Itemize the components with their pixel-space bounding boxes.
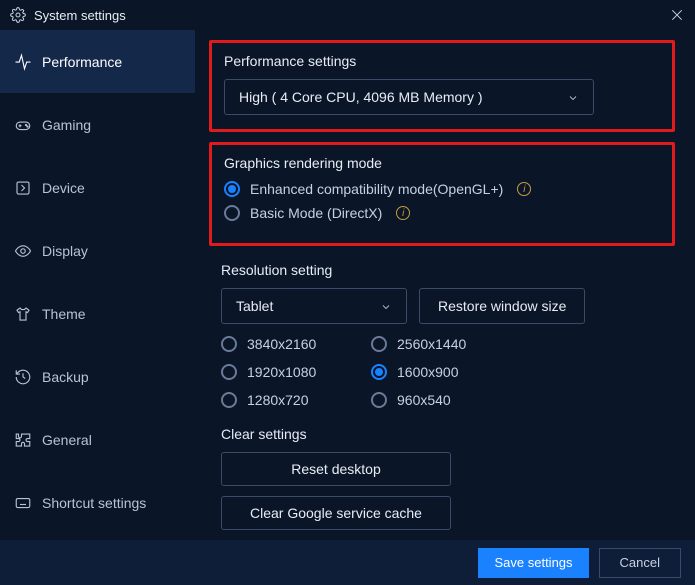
resolution-mode-value: Tablet <box>236 298 273 314</box>
arrow-right-square-icon <box>14 179 32 197</box>
performance-level-value: High ( 4 Core CPU, 4096 MB Memory ) <box>239 89 483 105</box>
resolution-option-label: 960x540 <box>397 392 451 408</box>
cancel-button[interactable]: Cancel <box>599 548 681 578</box>
keyboard-icon <box>14 494 32 512</box>
titlebar: System settings <box>0 0 695 30</box>
radio-icon <box>371 392 387 408</box>
graphics-mode-opengl[interactable]: Enhanced compatibility mode(OpenGL+) i <box>224 181 660 197</box>
reset-desktop-button[interactable]: Reset desktop <box>221 452 451 486</box>
resolution-option-1920x1080[interactable]: 1920x1080 <box>221 364 371 380</box>
main-area: Performance Gaming Device Display Theme … <box>0 30 695 540</box>
sidebar-item-label: Shortcut settings <box>42 495 146 511</box>
history-icon <box>14 368 32 386</box>
eye-icon <box>14 242 32 260</box>
restore-window-size-button[interactable]: Restore window size <box>419 288 585 324</box>
activity-icon <box>14 53 32 71</box>
sidebar-item-label: Performance <box>42 54 122 70</box>
info-icon[interactable]: i <box>396 206 410 220</box>
resolution-option-label: 1920x1080 <box>247 364 316 380</box>
sidebar-item-label: General <box>42 432 92 448</box>
sidebar-item-theme[interactable]: Theme <box>0 282 195 345</box>
tshirt-icon <box>14 305 32 323</box>
resolution-option-label: 1600x900 <box>397 364 459 380</box>
sidebar-item-performance[interactable]: Performance <box>0 30 195 93</box>
resolution-option-label: 1280x720 <box>247 392 309 408</box>
resolution-option-960x540[interactable]: 960x540 <box>371 392 521 408</box>
performance-level-select[interactable]: High ( 4 Core CPU, 4096 MB Memory ) <box>224 79 594 115</box>
close-icon[interactable] <box>669 7 685 23</box>
sidebar-item-display[interactable]: Display <box>0 219 195 282</box>
graphics-mode-option-label: Enhanced compatibility mode(OpenGL+) <box>250 181 503 197</box>
sidebar-item-gaming[interactable]: Gaming <box>0 93 195 156</box>
sidebar-item-label: Gaming <box>42 117 91 133</box>
radio-icon <box>221 336 237 352</box>
clear-settings-title: Clear settings <box>221 426 663 442</box>
chevron-down-icon <box>380 300 392 312</box>
button-label: Reset desktop <box>291 461 381 477</box>
save-settings-button[interactable]: Save settings <box>478 548 588 578</box>
sidebar: Performance Gaming Device Display Theme … <box>0 30 195 540</box>
clear-google-cache-button[interactable]: Clear Google service cache <box>221 496 451 530</box>
content-panel: Performance settings High ( 4 Core CPU, … <box>195 30 695 540</box>
sidebar-item-general[interactable]: General <box>0 408 195 471</box>
radio-icon <box>371 364 387 380</box>
button-label: Restore window size <box>438 298 566 314</box>
window-title: System settings <box>34 8 126 23</box>
info-icon[interactable]: i <box>517 182 531 196</box>
resolution-option-label: 2560x1440 <box>397 336 466 352</box>
settings-gear-icon <box>10 7 26 23</box>
sidebar-item-shortcut[interactable]: Shortcut settings <box>0 471 195 534</box>
graphics-mode-directx[interactable]: Basic Mode (DirectX) i <box>224 205 660 221</box>
performance-settings-title: Performance settings <box>224 53 660 69</box>
sidebar-item-label: Device <box>42 180 85 196</box>
resolution-option-label: 3840x2160 <box>247 336 316 352</box>
radio-icon <box>221 392 237 408</box>
resolution-mode-select[interactable]: Tablet <box>221 288 407 324</box>
radio-icon <box>371 336 387 352</box>
graphics-mode-option-label: Basic Mode (DirectX) <box>250 205 382 221</box>
resolution-title: Resolution setting <box>221 262 663 278</box>
button-label: Clear Google service cache <box>250 505 422 521</box>
graphics-mode-title: Graphics rendering mode <box>224 155 660 171</box>
performance-settings-section: Performance settings High ( 4 Core CPU, … <box>209 40 675 132</box>
resolution-option-1280x720[interactable]: 1280x720 <box>221 392 371 408</box>
resolution-section: Resolution setting Tablet Restore window… <box>209 256 675 530</box>
sidebar-item-backup[interactable]: Backup <box>0 345 195 408</box>
graphics-mode-section: Graphics rendering mode Enhanced compati… <box>209 142 675 246</box>
chevron-down-icon <box>567 91 579 103</box>
sidebar-item-label: Display <box>42 243 88 259</box>
footer: Save settings Cancel <box>0 540 695 585</box>
sidebar-item-label: Theme <box>42 306 86 322</box>
puzzle-icon <box>14 431 32 449</box>
resolution-option-1600x900[interactable]: 1600x900 <box>371 364 521 380</box>
radio-icon <box>224 205 240 221</box>
gamepad-icon <box>14 116 32 134</box>
radio-icon <box>224 181 240 197</box>
resolution-option-3840x2160[interactable]: 3840x2160 <box>221 336 371 352</box>
sidebar-item-label: Backup <box>42 369 89 385</box>
resolution-option-2560x1440[interactable]: 2560x1440 <box>371 336 521 352</box>
sidebar-item-device[interactable]: Device <box>0 156 195 219</box>
radio-icon <box>221 364 237 380</box>
